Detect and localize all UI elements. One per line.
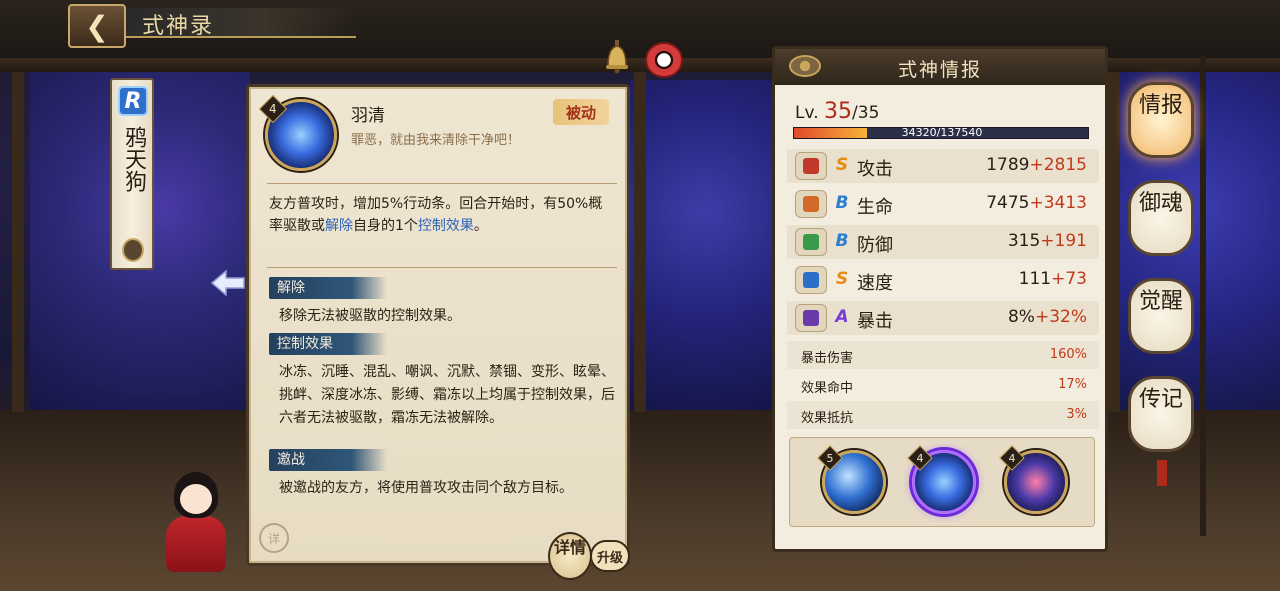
daruma-icon[interactable] <box>645 42 683 78</box>
detail-button[interactable]: 详情 <box>548 532 592 580</box>
keyword-tag-dispel: 解除 <box>269 277 387 299</box>
stat-row-attack: S 攻击 1789+2815 <box>787 149 1099 183</box>
skill-tray: 5 4 4 <box>789 437 1095 527</box>
info-panel-title: 式神情报 <box>897 59 982 81</box>
stat-value: 1789+2815 <box>986 155 1087 175</box>
stat-grade: A <box>835 307 849 327</box>
stat-name: 防御 <box>857 235 893 256</box>
stat-name: 速度 <box>857 273 893 294</box>
attack-icon <box>795 152 827 180</box>
stat-name: 暴击 <box>857 311 893 332</box>
upgrade-button[interactable]: 升级 <box>590 540 630 572</box>
keyword-tag-challenge: 邀战 <box>269 449 387 471</box>
stat-grade: B <box>835 193 849 213</box>
detail-seal-icon: 详 <box>259 523 289 553</box>
crit-icon <box>795 304 827 332</box>
keyword-link-dispel[interactable]: 解除 <box>325 218 353 234</box>
keyword-link-control[interactable]: 控制效果 <box>418 218 474 234</box>
bell-icon[interactable] <box>604 40 630 74</box>
skill-detail-panel: 4 羽清 罪恶，就由我来清除干净吧！ 被动 友方普攻时，增加5%行动条。回合开始… <box>246 84 630 566</box>
substat-row-effect-resist: 效果抵抗 3% <box>787 401 1099 429</box>
skill-description: 友方普攻时，增加5%行动条。回合开始时，有50%概率驱散或解除自身的1个控制效果… <box>269 196 603 234</box>
speed-icon <box>795 266 827 294</box>
shikigami-name-plaque: R 鸦天狗 <box>110 78 154 270</box>
keyword-tag-control: 控制效果 <box>269 333 387 355</box>
skill-name: 羽清 <box>351 106 385 126</box>
background-pillar <box>12 72 24 412</box>
level-display: Lv. 35/35 <box>795 99 880 124</box>
skill-level-badge: 4 <box>907 445 933 471</box>
background-pillar <box>1108 72 1120 412</box>
stat-grade: B <box>835 231 849 251</box>
stat-name: 攻击 <box>857 159 893 180</box>
back-button[interactable]: ❮ <box>68 4 126 48</box>
skill-level-badge: 5 <box>817 445 843 471</box>
substat-row-crit-damage: 暴击伤害 160% <box>787 341 1099 369</box>
stat-name: 生命 <box>857 197 893 218</box>
level-max: /35 <box>852 103 880 123</box>
dark-tengu-skill-icon[interactable]: 4 <box>999 445 1068 514</box>
side-nav-biography[interactable]: 传记 <box>1128 376 1194 452</box>
divider <box>267 267 617 268</box>
side-nav-info[interactable]: 情报 <box>1128 82 1194 158</box>
arrow-left-icon[interactable] <box>210 268 246 298</box>
skill-quote: 罪恶，就由我来清除干净吧！ <box>351 133 521 148</box>
header: ❮ 式神录 <box>60 2 420 48</box>
health-icon <box>795 190 827 218</box>
wind-slash-skill-icon[interactable]: 5 <box>817 445 886 514</box>
side-nav-awaken[interactable]: 觉醒 <box>1128 278 1194 354</box>
divider <box>267 183 617 184</box>
skill-type-tag: 被动 <box>553 99 609 125</box>
keyword-text-dispel: 移除无法被驱散的控制效果。 <box>279 308 461 324</box>
rarity-badge: R <box>118 86 148 116</box>
substat-row-effect-hit: 效果命中 17% <box>787 371 1099 399</box>
back-arrow-icon: ❮ <box>85 9 109 43</box>
stat-row-speed: S 速度 111+73 <box>787 263 1099 297</box>
stat-grade: S <box>835 269 849 289</box>
chibi-character[interactable] <box>160 466 232 576</box>
stat-value: 111+73 <box>1018 269 1087 289</box>
stat-value: 315+191 <box>1007 231 1087 251</box>
tassel <box>1157 460 1167 486</box>
keyword-text-challenge: 被邀战的友方，将使用普攻攻击同个敌方目标。 <box>279 480 573 496</box>
stat-value: 7475+3413 <box>986 193 1087 213</box>
background-torii-view <box>630 80 780 410</box>
stat-row-crit: A 暴击 8%+32% <box>787 301 1099 335</box>
defense-icon <box>795 228 827 256</box>
stat-grade: S <box>835 155 849 175</box>
level-value: 35 <box>824 99 853 124</box>
stat-row-health: B 生命 7475+3413 <box>787 187 1099 221</box>
side-nav-soul[interactable]: 御魂 <box>1128 180 1194 256</box>
side-nav: 情报 御魂 觉醒 传记 <box>1128 70 1198 470</box>
lock-icon[interactable] <box>122 238 144 262</box>
page-title: 式神录 <box>142 14 215 39</box>
exp-text: 34320/137540 <box>901 126 983 139</box>
skill-level-badge: 4 <box>999 445 1025 471</box>
feather-cleanse-skill-icon[interactable]: 4 <box>907 445 976 514</box>
stat-row-defense: B 防御 315+191 <box>787 225 1099 259</box>
shikigami-info-panel: 式神情报 Lv. 35/35 34320/137540 S 攻击 1789+28… <box>772 46 1108 552</box>
keyword-text-control: 冰冻、沉睡、混乱、嘲讽、沉默、禁锢、变形、眩晕、挑衅、深度冰冻、影缚、霜冻以上均… <box>279 364 615 426</box>
shikigami-name: 鸦天狗 <box>121 126 146 192</box>
background-pillar <box>634 72 646 412</box>
info-panel-header: 式神情报 <box>775 49 1105 85</box>
stat-value: 8%+32% <box>1007 307 1087 327</box>
exp-bar: 34320/137540 <box>793 126 1089 139</box>
side-nav-pole <box>1200 56 1206 536</box>
